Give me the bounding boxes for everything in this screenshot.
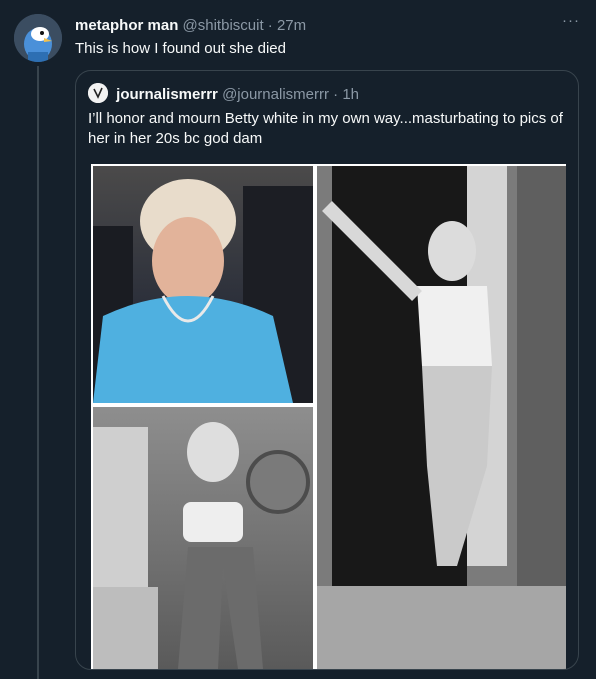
- thread-line: [37, 66, 39, 679]
- tweet-header: metaphor man @shitbiscuit · 27m: [75, 16, 306, 36]
- quoted-tweet-header: journalismerrr @journalismerrr · 1h: [88, 83, 359, 105]
- quoted-author-name: journalismerrr: [116, 86, 218, 103]
- quoted-tweet-text: I’ll honor and mourn Betty white in my o…: [88, 110, 563, 147]
- quoted-author-handle: @journalismerrr: [222, 86, 329, 103]
- author-name[interactable]: metaphor man: [75, 17, 178, 34]
- photo-woman-in-doorway[interactable]: [317, 166, 566, 669]
- separator-dot: ·: [267, 17, 273, 34]
- author-handle[interactable]: @shitbiscuit: [183, 17, 264, 34]
- photo-collage[interactable]: [91, 164, 566, 669]
- quoted-avatar: [88, 83, 108, 103]
- quoted-tweet[interactable]: journalismerrr @journalismerrr · 1h I’ll…: [75, 70, 579, 670]
- avatar[interactable]: [14, 14, 62, 62]
- tweet-text: This is how I found out she died: [75, 40, 286, 57]
- photo-woman-with-frying-pan[interactable]: [93, 407, 313, 669]
- quoted-timestamp: 1h: [342, 86, 360, 103]
- photo-older-woman-blue-dress[interactable]: [93, 166, 313, 403]
- tweet-timestamp[interactable]: 27m: [277, 17, 306, 34]
- more-options-icon[interactable]: ···: [562, 12, 580, 29]
- separator-dot: ·: [333, 86, 339, 103]
